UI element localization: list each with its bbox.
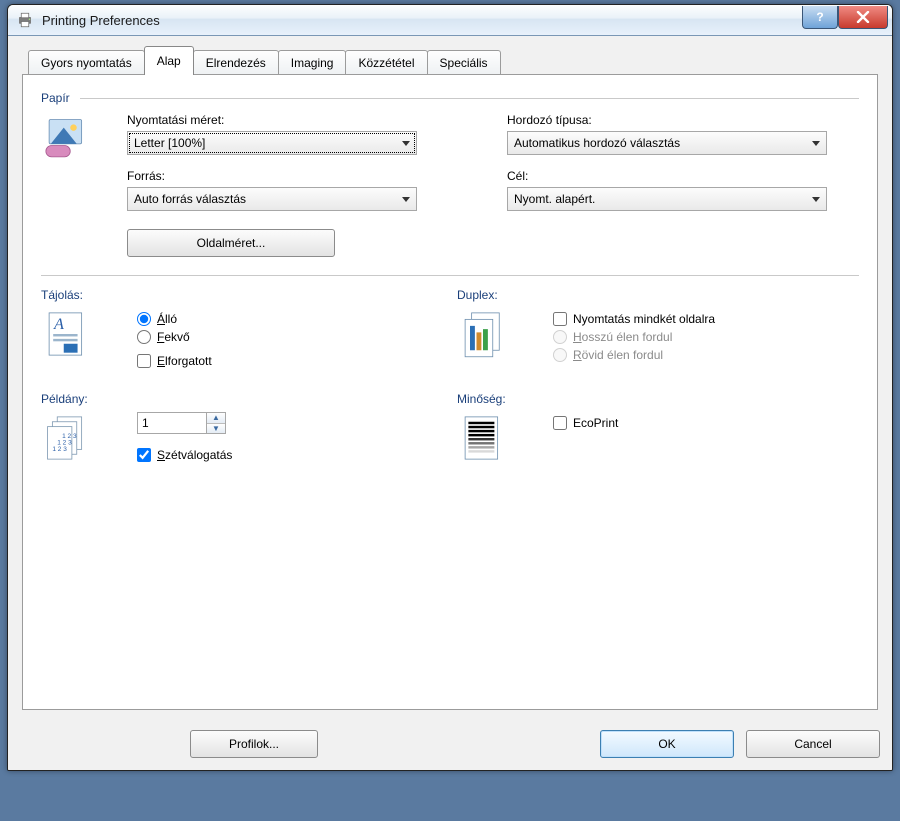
print-size-value: Letter [100%] <box>134 136 205 150</box>
dialog-footer: Profilok... OK Cancel <box>8 720 892 770</box>
landscape-radio[interactable]: Fekvő <box>137 330 212 344</box>
long-edge-radio: Hosszú élen fordul <box>553 330 715 344</box>
paper-row: Nyomtatási méret: Letter [100%] Forrás: … <box>41 113 859 257</box>
source-label: Forrás: <box>127 169 479 183</box>
portrait-radio[interactable]: Álló <box>137 312 212 326</box>
quality-group: Minőség: <box>457 392 859 466</box>
tab-advanced[interactable]: Speciális <box>427 50 501 75</box>
tab-quickprint[interactable]: Gyors nyomtatás <box>28 50 145 75</box>
both-sides-checkbox-input[interactable] <box>553 312 567 326</box>
ok-button[interactable]: OK <box>600 730 734 758</box>
orientation-icon-cell: A <box>41 308 127 360</box>
duplex-icon-cell <box>457 308 543 360</box>
copies-spinner[interactable]: ▲ ▼ <box>137 412 232 434</box>
window-buttons: ? <box>802 6 888 28</box>
tab-layout[interactable]: Elrendezés <box>193 50 279 75</box>
spinner-buttons: ▲ ▼ <box>207 412 226 434</box>
rotated-checkbox[interactable]: Elforgatott <box>137 354 212 368</box>
close-button[interactable] <box>838 6 888 29</box>
collate-checkbox[interactable]: Szétválogatás <box>137 448 232 462</box>
duplex-options: Nyomtatás mindkét oldalra Hosszú élen fo… <box>543 308 715 366</box>
print-size-combo[interactable]: Letter [100%] <box>127 131 417 155</box>
help-button[interactable]: ? <box>802 6 838 29</box>
tab-imaging[interactable]: Imaging <box>278 50 347 75</box>
spinner-down[interactable]: ▼ <box>207 424 225 434</box>
orientation-duplex-row: Tájolás: A <box>41 288 859 372</box>
quality-icon-cell <box>457 412 543 464</box>
client-area: Gyors nyomtatás Alap Elrendezés Imaging … <box>8 36 892 720</box>
paper-icon <box>41 113 93 165</box>
chevron-down-icon <box>812 141 820 146</box>
long-edge-radio-input <box>553 330 567 344</box>
paper-left-col: Nyomtatási méret: Letter [100%] Forrás: … <box>127 113 479 257</box>
paper-group-header: Papír <box>41 91 859 105</box>
paper-group-label: Papír <box>41 91 70 105</box>
svg-text:A: A <box>53 315 64 333</box>
duplex-icon <box>457 308 509 360</box>
tab-page-basic: Papír Nyomtatási méret: L <box>22 74 878 710</box>
copies-title: Példány: <box>41 392 443 406</box>
both-sides-checkbox[interactable]: Nyomtatás mindkét oldalra <box>553 312 715 326</box>
destination-label: Cél: <box>507 169 859 183</box>
window: Printing Preferences ? Gyors nyomtatás A… <box>7 4 893 771</box>
collate-checkbox-input[interactable] <box>137 448 151 462</box>
quality-options: EcoPrint <box>543 412 618 434</box>
chevron-down-icon <box>402 197 410 202</box>
orientation-options: Álló Fekvő Elforgatott <box>127 308 212 372</box>
media-type-combo[interactable]: Automatikus hordozó választás <box>507 131 827 155</box>
duplex-group: Duplex: <box>457 288 859 372</box>
duplex-title: Duplex: <box>457 288 859 302</box>
copies-icon-cell: 1 2 3 1 2 3 1 2 3 <box>41 412 127 464</box>
page-size-button[interactable]: Oldalméret... <box>127 229 335 257</box>
collate-icon: 1 2 3 1 2 3 1 2 3 <box>41 412 93 464</box>
paper-right-col: Hordozó típusa: Automatikus hordozó vála… <box>507 113 859 257</box>
copies-input[interactable] <box>137 412 207 434</box>
profiles-button[interactable]: Profilok... <box>190 730 318 758</box>
orientation-title: Tájolás: <box>41 288 443 302</box>
media-type-value: Automatikus hordozó választás <box>514 136 680 150</box>
tab-publish[interactable]: Közzététel <box>345 50 427 75</box>
media-type-label: Hordozó típusa: <box>507 113 859 127</box>
window-title: Printing Preferences <box>42 13 802 28</box>
portrait-page-icon: A <box>41 308 93 360</box>
svg-text:1 2 3: 1 2 3 <box>52 446 67 453</box>
source-value: Auto forrás választás <box>134 192 246 206</box>
quality-icon <box>457 412 509 464</box>
rotated-checkbox-input[interactable] <box>137 354 151 368</box>
tab-basic[interactable]: Alap <box>144 46 194 75</box>
copies-controls: ▲ ▼ Szétválogatás <box>127 412 232 466</box>
landscape-radio-input[interactable] <box>137 330 151 344</box>
short-edge-radio: Rövid élen fordul <box>553 348 715 362</box>
cancel-button[interactable]: Cancel <box>746 730 880 758</box>
divider <box>80 98 859 99</box>
print-size-label: Nyomtatási méret: <box>127 113 479 127</box>
copies-group: Példány: 1 2 3 1 2 3 1 2 3 <box>41 392 457 466</box>
portrait-radio-input[interactable] <box>137 312 151 326</box>
destination-combo[interactable]: Nyomt. alapért. <box>507 187 827 211</box>
chevron-down-icon <box>812 197 820 202</box>
copies-quality-row: Példány: 1 2 3 1 2 3 1 2 3 <box>41 392 859 466</box>
divider <box>41 275 859 276</box>
ecoprint-checkbox[interactable]: EcoPrint <box>553 416 618 430</box>
spinner-up[interactable]: ▲ <box>207 413 225 424</box>
ecoprint-checkbox-input[interactable] <box>553 416 567 430</box>
quality-title: Minőség: <box>457 392 859 406</box>
chevron-down-icon <box>402 141 410 146</box>
destination-value: Nyomt. alapért. <box>514 192 595 206</box>
titlebar: Printing Preferences ? <box>8 5 892 36</box>
source-combo[interactable]: Auto forrás választás <box>127 187 417 211</box>
tab-bar: Gyors nyomtatás Alap Elrendezés Imaging … <box>28 46 878 75</box>
paper-icon-cell <box>41 113 127 165</box>
orientation-group: Tájolás: A <box>41 288 457 372</box>
short-edge-radio-input <box>553 348 567 362</box>
printer-icon <box>16 11 34 29</box>
